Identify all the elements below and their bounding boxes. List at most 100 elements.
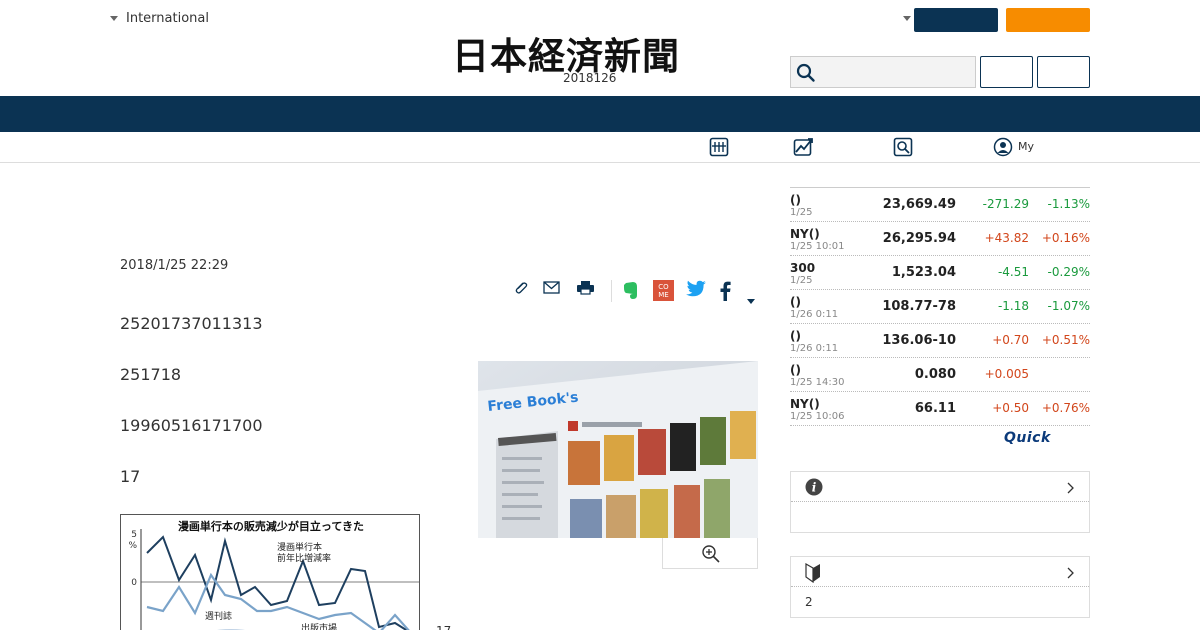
market-pct: +0.51% (1041, 333, 1090, 347)
market-row[interactable]: 300 1/25 1,523.04 -4.51 -0.29% (790, 256, 1090, 290)
market-change: +0.70 (992, 333, 1029, 347)
market-name: () (790, 193, 801, 207)
series-label-weekly: 週刊誌 (205, 610, 232, 622)
svg-text:ME: ME (658, 291, 668, 299)
site-logo[interactable]: 日本経済新聞 (452, 26, 748, 78)
main-nav (0, 96, 1200, 132)
market-row[interactable]: () 1/25 14:30 0.080 +0.005 (790, 358, 1090, 392)
y-tick-5: 5 (131, 530, 137, 540)
my-label[interactable]: My (1018, 140, 1034, 153)
market-change: +0.50 (992, 401, 1029, 415)
evernote-icon[interactable] (622, 280, 640, 304)
search-doc-icon[interactable] (893, 137, 913, 161)
market-value: 26,295.94 (882, 231, 956, 246)
market-time: 1/26 0:11 (790, 343, 839, 354)
market-change: -4.51 (997, 265, 1029, 279)
facebook-icon[interactable] (718, 280, 732, 305)
article-paragraph: 251718 (120, 365, 182, 384)
market-change: +0.005 (984, 367, 1029, 381)
clip-icon[interactable] (513, 280, 529, 300)
series-label-manga: 漫画単行本 (277, 541, 322, 553)
print-icon[interactable] (576, 280, 595, 300)
info-icon: i (805, 478, 823, 500)
subscribe-button[interactable] (914, 8, 998, 32)
market-row[interactable]: () 1/25 23,669.49 -271.29 -1.13% (790, 188, 1090, 222)
caret-down-icon[interactable] (903, 16, 911, 21)
article-paragraph: 19960516171700 (120, 416, 263, 435)
market-time: 1/25 (790, 207, 813, 218)
market-value: 1,523.04 (891, 265, 956, 280)
article-figure[interactable]: 漫画単行本の販売減少が目立ってきた 5 % 0 漫画単行本 前年比増減率 週刊誌… (120, 514, 420, 630)
beginner-panel-text: 2 (805, 595, 813, 609)
article-paragraph: 25201737011313 (120, 314, 263, 333)
market-table: () 1/25 23,669.49 -271.29 -1.13% NY() 1/… (790, 187, 1090, 426)
user-icon[interactable] (993, 137, 1013, 161)
search-icon (796, 63, 815, 82)
market-name: () (790, 363, 801, 377)
market-name: NY() (790, 227, 820, 241)
caret-down-icon (110, 16, 118, 21)
market-change: +43.82 (984, 231, 1029, 245)
market-change: -271.29 (982, 197, 1029, 211)
market-time: 1/25 10:06 (790, 411, 845, 422)
beginner-mark-icon (805, 562, 821, 587)
y-unit: % (128, 541, 137, 551)
market-row[interactable]: () 1/26 0:11 108.77-78 -1.18 -1.07% (790, 290, 1090, 324)
market-time: 1/26 0:11 (790, 309, 839, 320)
market-name: () (790, 329, 801, 343)
share-divider (611, 280, 612, 302)
market-time: 1/25 (790, 275, 813, 286)
chart-trend-icon[interactable] (793, 137, 815, 161)
article-photo[interactable]: Free Book's (478, 361, 758, 538)
market-pct: -1.13% (1047, 197, 1090, 211)
market-row[interactable]: NY() 1/25 10:01 26,295.94 +43.82 +0.16% (790, 222, 1090, 256)
y-tick-0: 0 (131, 578, 137, 588)
market-value: 23,669.49 (882, 197, 956, 212)
chevron-right-icon (1065, 565, 1075, 584)
market-name: () (790, 295, 801, 309)
beginner-panel: 2 (790, 556, 1090, 618)
beginner-panel-header[interactable] (791, 557, 1089, 587)
market-name: NY() (790, 397, 820, 411)
market-pct: +0.76% (1041, 401, 1090, 415)
market-row[interactable]: NY() 1/25 10:06 66.11 +0.50 +0.76% (790, 392, 1090, 426)
figure-title: 漫画単行本の販売減少が目立ってきた (178, 519, 364, 533)
figure-note: 17 (436, 624, 451, 630)
article-paragraph: 17 (120, 467, 141, 486)
mail-icon[interactable] (543, 280, 560, 299)
edition-label: International (126, 11, 209, 26)
market-row[interactable]: () 1/26 0:11 136.06-10 +0.70 +0.51% (790, 324, 1090, 358)
market-value: 136.06-10 (882, 333, 956, 348)
chevron-right-icon (1065, 480, 1075, 499)
market-name: 300 (790, 261, 816, 275)
header-date: 2018126 (563, 71, 617, 85)
article-date: 2018/1/25 22:29 (120, 258, 229, 273)
svg-text:CO: CO (658, 283, 669, 291)
market-time: 1/25 10:01 (790, 241, 845, 252)
come-icon[interactable]: CO ME (653, 280, 674, 305)
login-button[interactable] (980, 56, 1033, 88)
quick-logo[interactable]: Quick (1004, 430, 1051, 446)
market-value: 108.77-78 (882, 299, 956, 314)
register-button[interactable] (1037, 56, 1090, 88)
search-input[interactable] (790, 56, 976, 88)
zoom-button[interactable] (662, 538, 758, 569)
newspaper-icon[interactable] (709, 137, 729, 161)
market-time: 1/25 14:30 (790, 377, 845, 388)
market-value: 0.080 (914, 367, 956, 382)
info-panel: i (790, 471, 1090, 533)
series-label-yoy: 前年比増減率 (277, 552, 331, 564)
market-pct: -1.07% (1047, 299, 1090, 313)
market-pct: +0.16% (1041, 231, 1090, 245)
market-value: 66.11 (914, 401, 956, 416)
more-caret-icon[interactable] (747, 289, 755, 308)
info-panel-header[interactable]: i (791, 472, 1089, 502)
market-change: -1.18 (997, 299, 1029, 313)
trial-button[interactable] (1006, 8, 1090, 32)
edition-selector[interactable]: International (110, 11, 209, 26)
twitter-icon[interactable] (685, 280, 707, 303)
svg-text:i: i (812, 481, 817, 495)
market-pct: -0.29% (1047, 265, 1090, 279)
series-label-market: 出版市場 (301, 622, 337, 630)
zoom-in-icon (702, 545, 720, 563)
